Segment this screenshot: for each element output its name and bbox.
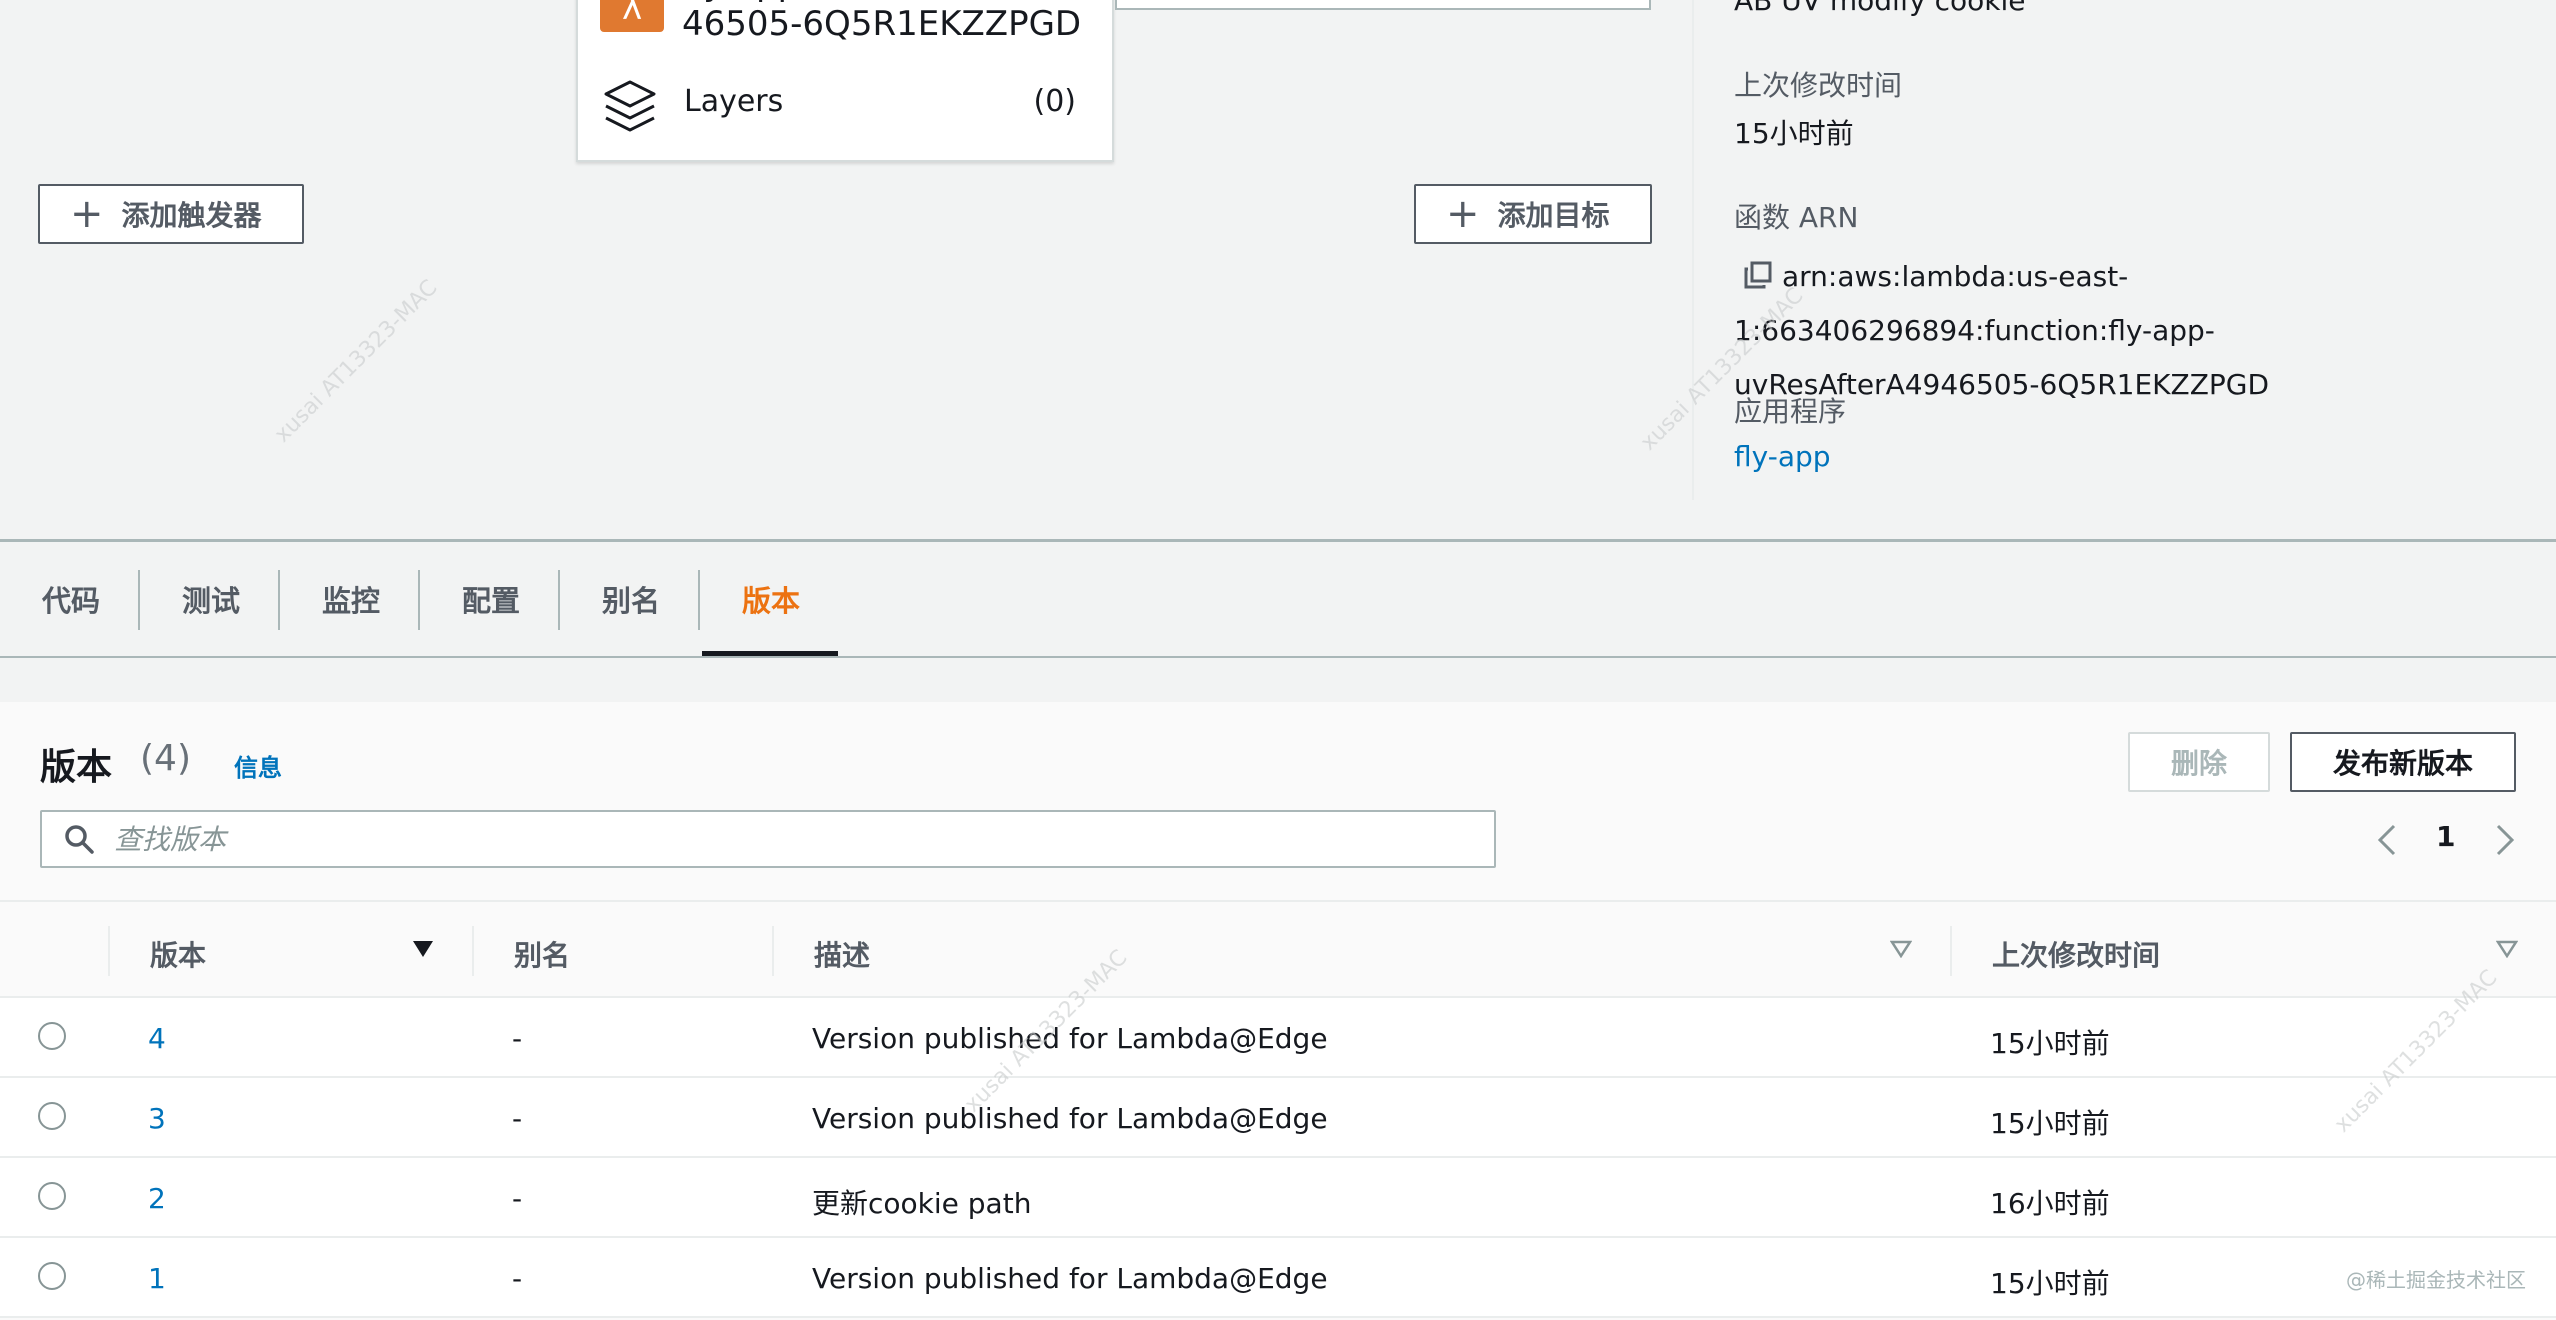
- alias-cell: -: [512, 1182, 523, 1215]
- chevron-right-icon[interactable]: [2490, 822, 2520, 858]
- tab-aliases[interactable]: 别名: [602, 542, 660, 656]
- sort-descending-icon[interactable]: [412, 940, 434, 958]
- panel-title: 版本: [40, 747, 113, 788]
- details-divider: [1692, 0, 1694, 500]
- row-radio[interactable]: [38, 1022, 66, 1050]
- table-row[interactable]: 2 - 更新cookie path 16小时前: [0, 1158, 2556, 1238]
- active-tab-indicator: [702, 651, 838, 656]
- column-description[interactable]: 描述: [814, 934, 870, 974]
- function-name: fly-app-uvResAfterA49 46505-6Q5R1EKZZPGD: [682, 0, 1082, 44]
- lambda-icon: λ: [600, 0, 664, 32]
- description-cell: 更新cookie path: [812, 1187, 1032, 1220]
- alias-cell: -: [512, 1262, 523, 1295]
- description-cell: Version published for Lambda@Edge: [812, 1022, 1328, 1055]
- column-separator: [108, 926, 110, 976]
- arn-value-block: arn:aws:lambda:us-east-1:663406296894:fu…: [1734, 250, 2514, 412]
- last-modified-cell: 15小时前: [1990, 1027, 2110, 1060]
- version-count: (4): [140, 738, 191, 779]
- plus-icon: +: [1446, 191, 1480, 237]
- column-separator: [1950, 926, 1952, 976]
- alias-cell: -: [512, 1022, 523, 1055]
- last-modified-cell: 15小时前: [1990, 1267, 2110, 1300]
- search-box: [40, 810, 1496, 868]
- alias-cell: -: [512, 1102, 523, 1135]
- sort-icon[interactable]: [1890, 940, 1912, 958]
- publish-new-version-button[interactable]: 发布新版本: [2290, 732, 2516, 792]
- layers-label[interactable]: Layers: [684, 84, 783, 119]
- add-destination-button[interactable]: + 添加目标: [1414, 184, 1652, 244]
- row-radio[interactable]: [38, 1182, 66, 1210]
- column-separator: [472, 926, 474, 976]
- tab-versions[interactable]: 版本: [742, 542, 800, 656]
- chevron-left-icon[interactable]: [2372, 822, 2402, 858]
- page-number[interactable]: 1: [2436, 820, 2455, 853]
- last-modified-label: 上次修改时间: [1734, 69, 1903, 102]
- search-input[interactable]: [112, 821, 1494, 857]
- row-radio[interactable]: [38, 1262, 66, 1290]
- column-last-modified[interactable]: 上次修改时间: [1992, 934, 2160, 974]
- footer-watermark: @稀土掘金技术社区: [2346, 1268, 2526, 1292]
- table-row[interactable]: 4 - Version published for Lambda@Edge 15…: [0, 998, 2556, 1078]
- watermark: xusai AT13323-MAC: [270, 275, 443, 448]
- delete-button[interactable]: 删除: [2128, 732, 2270, 792]
- tab-separator: [698, 570, 700, 630]
- version-link[interactable]: 1: [148, 1262, 166, 1295]
- table-row[interactable]: 1 - Version published for Lambda@Edge 15…: [0, 1238, 2556, 1318]
- column-separator: [772, 926, 774, 976]
- arn-value: arn:aws:lambda:us-east-1:663406296894:fu…: [1734, 260, 2270, 401]
- add-destination-label: 添加目标: [1497, 199, 1610, 232]
- tab-separator: [418, 570, 420, 630]
- tab-separator: [558, 570, 560, 630]
- column-version[interactable]: 版本: [150, 934, 206, 974]
- tab-code[interactable]: 代码: [42, 542, 100, 656]
- destination-placeholder: [1115, 0, 1651, 10]
- table-header: 版本 别名 描述 上次修改时间: [0, 900, 2556, 998]
- tab-separator: [138, 570, 140, 630]
- description-cell: Version published for Lambda@Edge: [812, 1262, 1328, 1295]
- version-link[interactable]: 4: [148, 1022, 166, 1055]
- row-radio[interactable]: [38, 1102, 66, 1130]
- table-row[interactable]: 3 - Version published for Lambda@Edge 15…: [0, 1078, 2556, 1158]
- add-trigger-button[interactable]: + 添加触发器: [38, 184, 304, 244]
- application-link[interactable]: fly-app: [1734, 440, 1831, 473]
- layers-icon: [604, 80, 656, 132]
- search-icon: [65, 825, 94, 854]
- last-modified-cell: 15小时前: [1990, 1107, 2110, 1140]
- arn-label: 函数 ARN: [1734, 201, 1859, 234]
- copy-icon[interactable]: [1744, 261, 1772, 289]
- version-link[interactable]: 3: [148, 1102, 166, 1135]
- sort-icon[interactable]: [2496, 940, 2518, 958]
- plus-icon: +: [70, 191, 104, 237]
- tab-separator: [278, 570, 280, 630]
- tab-configuration[interactable]: 配置: [462, 542, 520, 656]
- tab-test[interactable]: 测试: [182, 542, 240, 656]
- column-alias[interactable]: 别名: [514, 934, 570, 974]
- version-link[interactable]: 2: [148, 1182, 166, 1215]
- add-trigger-label: 添加触发器: [121, 199, 262, 232]
- application-label: 应用程序: [1734, 395, 1847, 428]
- function-card[interactable]: λ fly-app-uvResAfterA49 46505-6Q5R1EKZZP…: [576, 0, 1114, 162]
- layers-count: (0): [1033, 84, 1077, 119]
- tab-bar: 代码 测试 监控 配置 别名 版本: [0, 542, 2556, 658]
- tab-monitor[interactable]: 监控: [322, 542, 380, 656]
- info-link[interactable]: 信息: [234, 748, 282, 783]
- description-cell: Version published for Lambda@Edge: [812, 1102, 1328, 1135]
- last-modified-cell: 16小时前: [1990, 1187, 2110, 1220]
- last-modified-value: 15小时前: [1734, 117, 1854, 150]
- description-value: AB UV modify cookie: [1734, 0, 2026, 17]
